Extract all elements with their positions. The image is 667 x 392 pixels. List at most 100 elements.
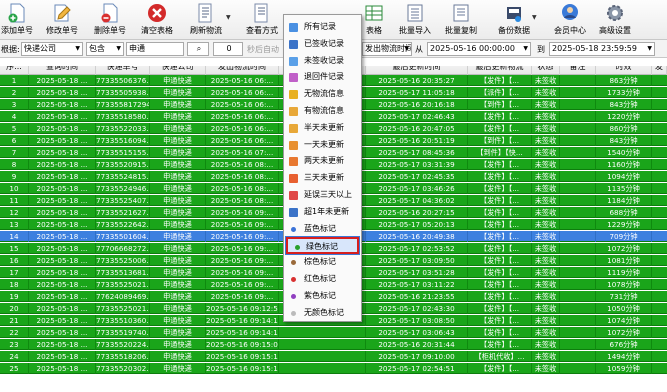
menu-item[interactable]: 蓝色标记 <box>284 221 361 237</box>
delete-tracking-button[interactable]: 删除单号 <box>93 1 127 39</box>
menu-item[interactable]: 未签收记录 <box>284 53 361 69</box>
menu-item[interactable]: 已签收记录 <box>284 36 361 52</box>
table-cell: 2025-05-16 20:35:27 <box>366 75 468 86</box>
table-button[interactable]: 表格 <box>363 1 385 39</box>
table-cell: 2025-05-18 ... <box>29 195 96 206</box>
table-cell: 2025-05-16 09:14:14 <box>206 327 279 338</box>
clear-table-label: 清空表格 <box>141 26 173 35</box>
table-cell: 2025-05-17 02:53:52 <box>366 243 468 254</box>
column-header[interactable]: 查询时间 <box>29 66 96 75</box>
member-center-button[interactable]: 会员中心 <box>552 1 588 39</box>
batch-copy-button[interactable]: 批量复制 <box>442 1 480 39</box>
menu-item[interactable]: 延误三天以上 <box>284 187 361 203</box>
table-cell: 2025-05-16 21:23:55 <box>366 291 468 302</box>
date-to-input[interactable]: 2025-05-18 23:59:59 ▼ <box>549 42 655 56</box>
column-header[interactable]: 发出物流时间 <box>206 66 279 75</box>
table-cell <box>560 171 596 182</box>
column-header[interactable]: 发 <box>652 66 667 75</box>
menu-item[interactable]: 无颜色标记 <box>284 305 361 321</box>
table-cell: 10 <box>0 183 29 194</box>
menu-item-label: 半天未更新 <box>304 122 344 132</box>
table-cell: 申通快递 <box>150 111 206 122</box>
date-from-input[interactable]: 2025-05-16 00:00:00 ▼ <box>427 42 531 56</box>
advanced-settings-button[interactable]: 高级设置 <box>597 1 633 39</box>
menu-item[interactable]: 三天未更新 <box>284 170 361 186</box>
column-header[interactable]: 最后更新物流 <box>468 66 532 75</box>
edit-tracking-button[interactable]: 修改单号 <box>44 1 80 39</box>
add-tracking-button[interactable]: 添加单号 <box>0 1 34 39</box>
column-header[interactable]: 快递公司 <box>150 66 206 75</box>
table-cell: 未签收 <box>532 303 560 314</box>
table-cell: 【发件】【... <box>468 111 532 122</box>
menu-item[interactable]: 红色标记 <box>284 271 361 287</box>
batch-import-button[interactable]: 批量导入 <box>396 1 434 39</box>
table-cell: 【到件】【... <box>468 135 532 146</box>
column-header[interactable]: 状态 <box>532 66 560 75</box>
match-mode-select[interactable]: 包含 ▼ <box>86 42 124 56</box>
table-cell <box>560 159 596 170</box>
menu-item[interactable]: 所有记录 <box>284 19 361 35</box>
table-cell: 2025-05-18 ... <box>29 87 96 98</box>
column-header[interactable]: 快递单号 <box>96 66 150 75</box>
table-cell: 863分钟 <box>596 75 652 86</box>
table-cell <box>560 219 596 230</box>
batch-copy-label: 批量复制 <box>445 26 477 35</box>
table-cell <box>560 267 596 278</box>
view-mode-button[interactable]: 查看方式 <box>243 1 281 39</box>
table-cell: 2025-05-18 ... <box>29 339 96 350</box>
column-header[interactable]: 序... <box>0 66 29 75</box>
column-header[interactable]: 备注 <box>560 66 596 75</box>
column-header[interactable]: 最后更新时间 <box>366 66 468 75</box>
menu-item[interactable]: 退回件记录 <box>284 69 361 85</box>
table-cell: 申通快递 <box>150 291 206 302</box>
table-cell: 【发件】【... <box>468 267 532 278</box>
table-cell: 2025-05-16 20:27:15 <box>366 207 468 218</box>
table-cell: 2025-05-16 20:49:38 <box>366 231 468 242</box>
table-cell: 未签收 <box>532 207 560 218</box>
menu-item[interactable]: 半天未更新 <box>284 120 361 136</box>
date-to-label: 到 <box>537 45 545 54</box>
table-cell: 2025-05-16 06:... <box>206 99 279 110</box>
backup-dropdown-caret[interactable]: ▼ <box>532 14 537 21</box>
column-header[interactable]: 时效 <box>596 66 652 75</box>
table-cell: 2025-05-17 02:54:51 <box>366 363 468 374</box>
keyword-input[interactable]: 申通 <box>126 42 184 56</box>
menu-item[interactable]: 绿色标记 <box>285 236 360 255</box>
table-cell: 13 <box>0 219 29 230</box>
table-cell: 2025-05-16 09:... <box>206 267 279 278</box>
over-year-icon <box>289 207 298 217</box>
menu-item[interactable]: 紫色标记 <box>284 288 361 304</box>
table-row[interactable]: 24 2025-05-18 ... 77335518206... 申通快递 2025-0… <box>0 351 667 363</box>
table-cell: 1081分钟 <box>596 255 652 266</box>
table-row[interactable]: 25 2025-05-18 ... 77335520302... 申通快递 2025-0… <box>0 363 667 375</box>
table-cell: 2025-05-18 ... <box>29 243 96 254</box>
table-cell: 24 <box>0 351 29 362</box>
table-cell: 未签收 <box>532 147 560 158</box>
table-cell: 17 <box>0 267 29 278</box>
search-button[interactable]: ⌕ <box>187 42 209 56</box>
menu-item[interactable]: 棕色标记 <box>284 254 361 270</box>
backup-data-button[interactable]: 备份数据 <box>496 1 532 39</box>
refresh-seconds-input[interactable]: 0 <box>213 42 243 56</box>
menu-item[interactable]: 有物流信息 <box>284 103 361 119</box>
table-row[interactable]: 22 2025-05-18 ... 77335519740... 申通快递 2025-0… <box>0 327 667 339</box>
table-cell: 1094分钟 <box>596 171 652 182</box>
table-cell: 2025-05-18 ... <box>29 111 96 122</box>
menu-item[interactable]: 超1年未更新 <box>284 204 361 220</box>
table-cell: 申通快递 <box>150 303 206 314</box>
clear-table-button[interactable]: 清空表格 <box>139 1 175 39</box>
filter-field-select[interactable]: 快递公司 ▼ <box>21 42 83 56</box>
table-cell: 1494分钟 <box>596 351 652 362</box>
menu-item[interactable]: 一天未更新 <box>284 137 361 153</box>
refresh-dropdown-caret[interactable]: ▼ <box>226 14 231 21</box>
time-field-select[interactable]: 发出物流时间 ▼ <box>362 42 412 56</box>
menu-item[interactable]: 两天未更新 <box>284 153 361 169</box>
refresh-logistics-button[interactable]: 刷新物流 <box>188 1 224 39</box>
table-row[interactable]: 23 2025-05-18 ... 77335520224... 申通快递 2025-0… <box>0 339 667 351</box>
table-cell: 【发件】【... <box>468 279 532 290</box>
table-cell: 2025-05-17 03:09:50 <box>366 255 468 266</box>
menu-item[interactable]: 无物流信息 <box>284 86 361 102</box>
table-cell: 【发件】【... <box>468 75 532 86</box>
table-cell: 【发件】【... <box>468 327 532 338</box>
table-cell: 申通快递 <box>150 219 206 230</box>
